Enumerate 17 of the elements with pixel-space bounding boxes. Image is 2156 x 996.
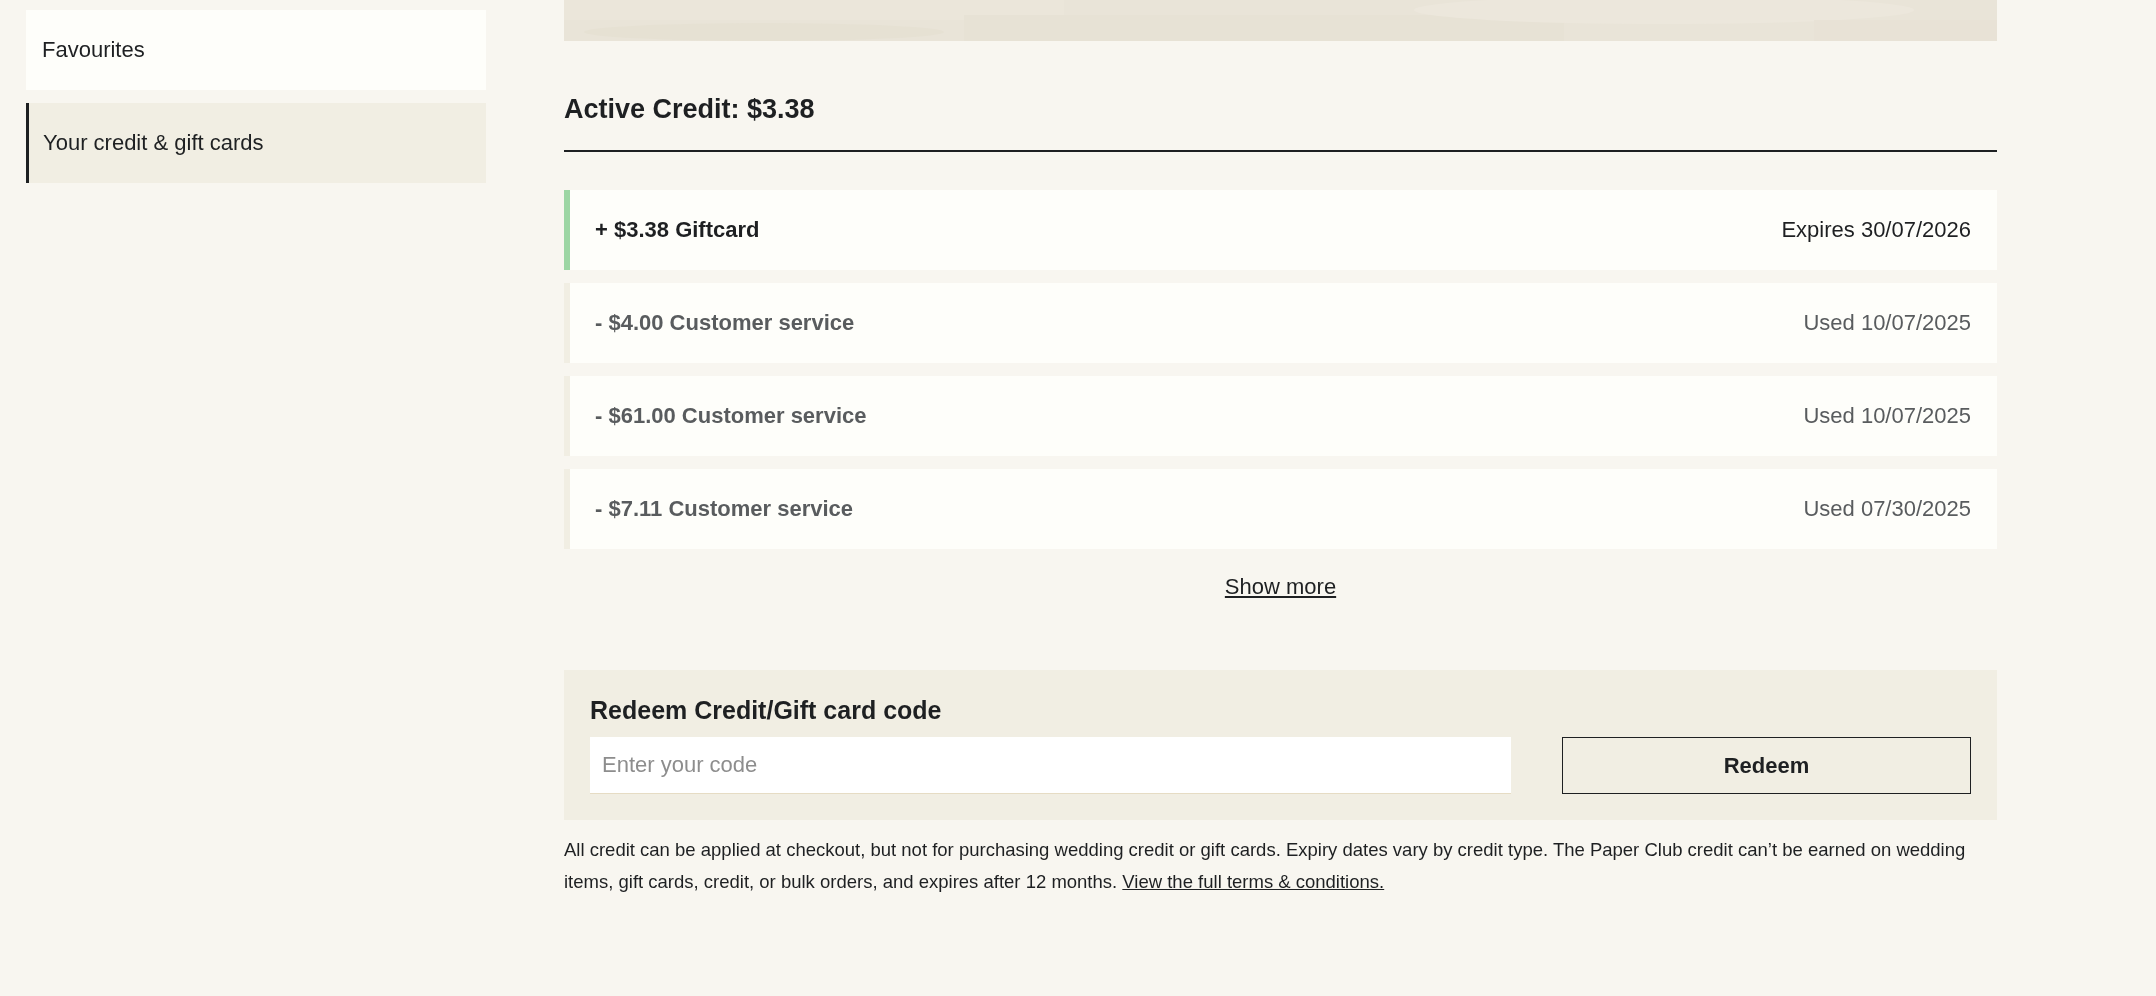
redeem-button[interactable]: Redeem — [1562, 737, 1971, 794]
transaction-date: Expires 30/07/2026 — [1781, 217, 1971, 243]
redeem-heading: Redeem Credit/Gift card code — [590, 696, 943, 725]
transaction-date: Used 10/07/2025 — [1803, 403, 1971, 429]
transaction-description: + $3.38 Giftcard — [595, 217, 760, 243]
transaction-date: Used 07/30/2025 — [1803, 496, 1971, 522]
code-input-field[interactable]: Enter your code — [590, 737, 1511, 794]
sidebar-item[interactable]: Your credit & gift cards — [26, 103, 486, 183]
sidebar-item[interactable]: Favourites — [26, 10, 486, 90]
transaction-description: - $4.00 Customer service — [595, 310, 855, 336]
terms-link[interactable]: View the full terms & conditions. — [1122, 871, 1385, 892]
transaction-description: - $61.00 Customer service — [595, 403, 867, 429]
show-more-link[interactable]: Show more — [1224, 574, 1337, 599]
terms-note: All credit can be applied at checkout, but not for purchasing wedding credit or gift cards. Expiry dates vary by credit type. The Paper Club credit can’t be earned on wedding items, gift cards, credit, or bulk orders, and expires after 12 months. View the full terms & conditions. — [564, 838, 1967, 894]
active-credit-heading: Active Credit: $3.38 — [564, 94, 816, 126]
transaction-date: Used 10/07/2025 — [1803, 310, 1971, 336]
transaction-description: - $7.11 Customer service — [595, 496, 854, 522]
